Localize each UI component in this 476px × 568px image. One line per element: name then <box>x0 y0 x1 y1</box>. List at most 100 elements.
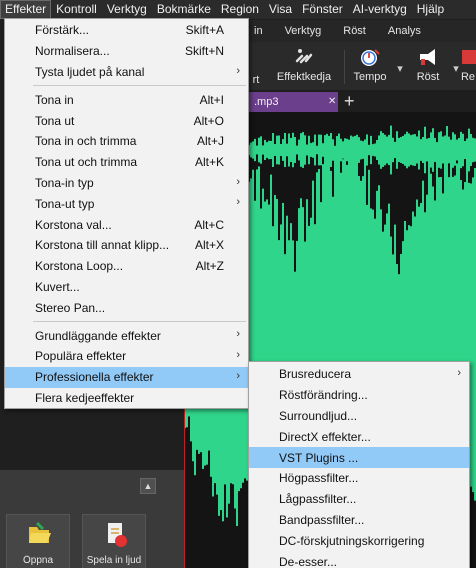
menu-item-label: VST Plugins ... <box>279 450 359 465</box>
submenu-item-de-esser[interactable]: De-esser... <box>249 551 469 568</box>
waveform-bar <box>288 133 290 167</box>
file-tab[interactable]: .mp3 ✕ <box>246 92 338 112</box>
menu-item-shortcut: Skift+N <box>184 44 224 59</box>
link-chain-icon <box>295 49 313 64</box>
menu-item-stereo-pan[interactable]: Stereo Pan... <box>5 297 248 318</box>
waveform-bar <box>312 142 314 158</box>
chevron-right-icon: › <box>236 369 240 382</box>
waveform-bar <box>448 136 450 164</box>
waveform-bar <box>380 131 382 169</box>
submenu-item-dc-forskjutningskorrigering[interactable]: DC-förskjutningskorrigering <box>249 530 469 551</box>
new-tab-button[interactable]: + <box>344 90 355 112</box>
menu-item-normalisera[interactable]: Normalisera... Skift+N <box>5 41 248 62</box>
menubar-item-verktyg[interactable]: Verktyg <box>102 0 152 19</box>
menu-item-label: Tona ut och trimma <box>35 155 138 170</box>
menu-item-tona-ut[interactable]: Tona ut Alt+O <box>5 110 248 131</box>
menu-item-forstark[interactable]: Förstärk... Skift+A <box>5 20 248 41</box>
menu-item-shortcut: Alt+Z <box>195 259 224 274</box>
menu-item-tona-in-typ[interactable]: Tona-in typ › <box>5 173 248 194</box>
waveform-bar <box>306 144 308 156</box>
waveform-bar <box>374 143 376 157</box>
waveform-bar <box>258 137 260 163</box>
menubar-item-region[interactable]: Region <box>216 0 264 19</box>
waveform-bar <box>394 141 396 159</box>
menu-item-korstona-loop[interactable]: Korstona Loop... Alt+Z <box>5 256 248 277</box>
menubar-item-hjalp[interactable]: Hjälp <box>412 0 449 19</box>
menu-item-label: Högpassfilter... <box>279 471 359 486</box>
menubar-item-visa[interactable]: Visa <box>264 0 297 19</box>
open-tile[interactable]: Öppna <box>6 514 70 568</box>
rost-label: Röst <box>416 71 440 83</box>
submenu-item-bandpassfilter[interactable]: Bandpassfilter... <box>249 510 469 531</box>
waveform-bar <box>274 144 276 156</box>
submenu-item-surroundljud[interactable]: Surroundljud... <box>249 406 469 427</box>
collapse-button[interactable]: ▲ <box>140 478 156 494</box>
chevron-right-icon: › <box>236 196 240 209</box>
menubar-item-fonster[interactable]: Fönster <box>297 0 348 19</box>
waveform-bar <box>314 134 316 166</box>
effektkedja-button[interactable]: Effektkedja <box>272 46 336 90</box>
menu-item-korstona-val[interactable]: Korstona val... Alt+C <box>5 214 248 235</box>
menu-item-shortcut: Alt+X <box>194 238 224 253</box>
tab-partial[interactable]: in <box>246 25 274 37</box>
ribbon-button-partial-label: rt <box>252 74 260 86</box>
menu-item-korstona-till-annat-klipp[interactable]: Korstona till annat klipp... Alt+X <box>5 235 248 256</box>
waveform-bar <box>276 135 278 165</box>
menu-item-kuvert[interactable]: Kuvert... <box>5 277 248 298</box>
waveform-bar <box>346 138 348 162</box>
waveform-bar <box>420 139 422 161</box>
waveform-bar <box>438 132 440 168</box>
menu-item-grundlaggande-effekter[interactable]: Grundläggande effekter › <box>5 325 248 346</box>
waveform-bar <box>470 133 472 167</box>
menu-item-label: Bandpassfilter... <box>279 512 365 527</box>
record-tile[interactable]: Spela in ljud <box>82 514 146 568</box>
menu-item-professionella-effekter[interactable]: Professionella effekter › <box>5 366 248 388</box>
menu-item-label: Grundläggande effekter <box>35 328 161 343</box>
submenu-item-brusreducera[interactable]: Brusreducera › <box>249 364 469 385</box>
menu-item-label: Korstona val... <box>35 217 112 232</box>
menubar-item-kontroll[interactable]: Kontroll <box>51 0 102 19</box>
menubar-item-bokmarke[interactable]: Bokmärke <box>152 0 216 19</box>
tab-rost[interactable]: Röst <box>332 25 377 37</box>
ribbon-button-partial-end[interactable]: Re <box>460 46 476 90</box>
waveform-bar <box>472 137 474 163</box>
waveform-bar <box>408 133 410 167</box>
waveform-bar <box>454 134 456 166</box>
submenu-item-lagpassfilter[interactable]: Lågpassfilter... <box>249 489 469 510</box>
menu-item-label: Lågpassfilter... <box>279 492 357 507</box>
rost-button[interactable]: Röst <box>408 46 448 90</box>
waveform-bar <box>462 133 464 167</box>
tempo-label: Tempo <box>353 71 387 83</box>
menu-item-flera-kedjeeffekter[interactable]: Flera kedjeeffekter <box>5 388 248 409</box>
menubar-item-ai-verktyg[interactable]: AI-verktyg <box>348 0 412 19</box>
tempo-button[interactable]: Tempo <box>350 46 390 90</box>
waveform-bar <box>250 142 252 158</box>
menu-item-label: Röstförändring... <box>279 388 368 403</box>
tab-analys[interactable]: Analys <box>377 25 432 37</box>
menu-item-tona-ut-typ[interactable]: Tona-ut typ › <box>5 193 248 214</box>
submenu-item-vst-plugins[interactable]: VST Plugins ... <box>249 447 469 468</box>
waveform-bar <box>456 139 458 161</box>
menu-item-shortcut: Alt+O <box>193 113 224 128</box>
waveform-bar <box>338 133 340 167</box>
ribbon: rt Effektkedja Tempo ▾ Röst ▾ Re <box>246 42 476 90</box>
menubar-item-effekter[interactable]: Effekter <box>0 0 52 19</box>
menu-item-label: DirectX effekter... <box>279 429 371 444</box>
ribbon-tabs: in Verktyg Röst Analys <box>246 20 476 42</box>
submenu-item-directx-effekter[interactable]: DirectX effekter... <box>249 426 469 447</box>
close-icon[interactable]: ✕ <box>328 92 336 112</box>
menu-item-tona-ut-och-trimma[interactable]: Tona ut och trimma Alt+K <box>5 152 248 173</box>
menu-item-tona-in-och-trimma[interactable]: Tona in och trimma Alt+J <box>5 131 248 152</box>
submenu-item-rostforandring[interactable]: Röstförändring... <box>249 385 469 406</box>
menu-item-tona-in[interactable]: Tona in Alt+I <box>5 89 248 110</box>
menu-item-tysta-ljudet-pa-kanal[interactable]: Tysta ljudet på kanal › <box>5 62 248 83</box>
menu-item-label: Brusreducera <box>279 367 352 382</box>
menu-item-label: Flera kedjeeffekter <box>35 390 135 405</box>
waveform-bar <box>254 138 256 162</box>
ribbon-button-partial[interactable]: rt <box>246 46 266 90</box>
waveform-bar <box>424 126 426 174</box>
waveform-bar <box>360 140 362 160</box>
menu-item-populara-effekter[interactable]: Populära effekter › <box>5 346 248 367</box>
tab-verktyg[interactable]: Verktyg <box>274 25 333 37</box>
submenu-item-hogpassfilter[interactable]: Högpassfilter... <box>249 468 469 489</box>
